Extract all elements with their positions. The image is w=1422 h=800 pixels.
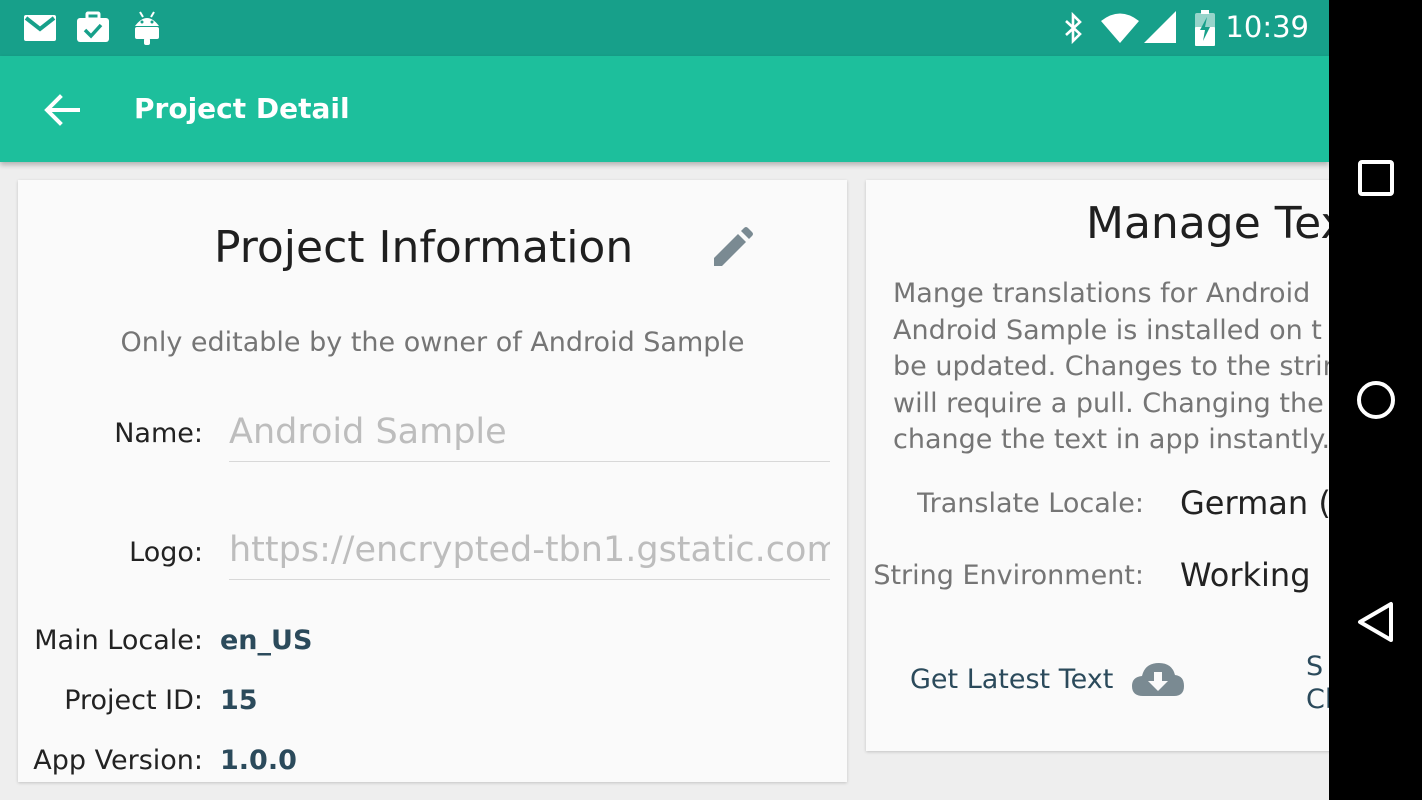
manage-text-title: Manage Tex [1086,198,1329,249]
app-screen: 10:39 Project Detail Project Information… [0,0,1329,800]
get-latest-text-label: Get Latest Text [910,663,1114,695]
back-nav-icon[interactable] [1351,597,1401,647]
manage-text-card: Manage Tex Mange translations for Androi… [866,180,1329,751]
status-time: 10:39 [1225,10,1309,44]
gmail-icon [24,15,56,41]
save-label-line: Cl [1306,684,1329,715]
project-id-value: 15 [220,685,258,716]
cloud-download-icon [1132,663,1185,696]
description-line: Android Sample is installed on t [893,314,1322,346]
translate-locale-select[interactable]: German ( [1180,484,1329,522]
android-debug-icon [135,11,159,45]
save-changes-button[interactable]: S Cl [1306,650,1329,716]
app-bar-title: Project Detail [134,92,350,125]
save-label-line: S [1306,651,1324,682]
wifi-icon [1101,13,1139,43]
name-input[interactable]: Android Sample [229,412,830,462]
main-locale-label: Main Locale: [34,625,203,656]
navigation-bar [1329,0,1422,800]
battery-charging-icon [1195,10,1215,46]
project-information-card: Project Information Only editable by the… [18,180,847,782]
home-icon[interactable] [1351,375,1401,425]
work-briefcase-icon [77,11,109,42]
app-version-label: App Version: [33,745,203,776]
project-id-label: Project ID: [64,685,203,716]
string-environment-label: String Environment: [873,560,1144,591]
description-line: Mange translations for Android [893,278,1311,309]
project-info-title: Project Information [214,222,634,273]
bluetooth-icon [1065,12,1082,44]
get-latest-text-button[interactable]: Get Latest Text [910,660,1185,698]
name-label: Name: [114,418,203,449]
recent-apps-icon[interactable] [1351,153,1401,203]
description-line: will require a pull. Changing the [893,387,1324,419]
arrow-back-icon[interactable] [38,86,86,134]
description-line: be updated. Changes to the strir [893,351,1329,382]
translate-locale-label: Translate Locale: [917,488,1144,519]
status-bar: 10:39 [0,0,1329,56]
app-bar: Project Detail [0,56,1329,162]
app-version-value: 1.0.0 [220,745,297,776]
logo-label: Logo: [129,537,203,568]
pencil-icon[interactable] [708,224,756,272]
manage-text-description: Mange translations for Android Android S… [893,276,1329,459]
main-locale-value: en_US [220,625,313,656]
description-line: change the text in app instantly. [893,424,1329,455]
cell-signal-icon [1144,11,1176,43]
owner-note: Only editable by the owner of Android Sa… [120,327,745,358]
string-environment-select[interactable]: Working [1180,556,1311,594]
logo-input[interactable]: https://encrypted-tbn1.gstatic.com [229,530,830,580]
